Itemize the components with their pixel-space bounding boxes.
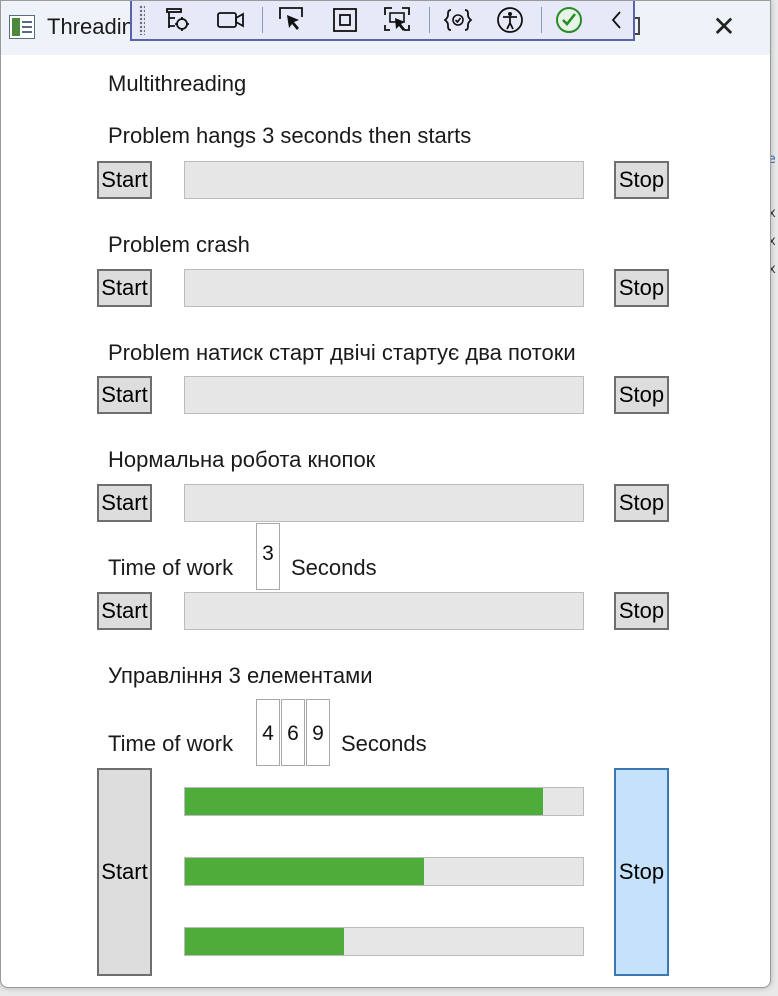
start-button[interactable]: Start — [97, 269, 152, 307]
progress-fill — [185, 928, 345, 955]
stop-button[interactable]: Stop — [614, 376, 669, 414]
display-layout-adorners-icon[interactable] — [328, 3, 362, 37]
time-of-work-label: Time of work — [108, 731, 234, 756]
grip-handle-icon[interactable] — [139, 5, 145, 35]
select-element-icon[interactable] — [275, 3, 309, 37]
accessibility-icon[interactable] — [493, 3, 527, 37]
progress-bar — [184, 857, 584, 886]
hot-reload-check-icon[interactable] — [552, 3, 586, 37]
seconds-input[interactable]: 9 — [306, 699, 330, 766]
stop-button[interactable]: Stop — [614, 592, 669, 630]
collapse-toolbar-icon[interactable] — [600, 3, 634, 37]
toolbar-separator — [262, 7, 263, 33]
progress-fill — [185, 858, 424, 885]
progress-bar — [184, 269, 584, 307]
live-visual-tree-icon[interactable] — [160, 3, 194, 37]
progress-fill — [185, 788, 544, 815]
section-label: Problem натиск старт двічі стартує два п… — [108, 340, 576, 365]
app-icon — [9, 15, 35, 39]
start-button[interactable]: Start — [97, 484, 152, 522]
section-label: Нормальна робота кнопок — [108, 447, 376, 472]
page-heading: Multithreading — [108, 71, 247, 96]
progress-bar — [184, 787, 584, 816]
section-label: Problem crash — [108, 232, 250, 257]
start-button[interactable]: Start — [97, 376, 152, 414]
xaml-debug-toolbar — [130, 1, 635, 41]
close-button[interactable]: ✕ — [701, 7, 747, 47]
seconds-input[interactable]: 3 — [256, 523, 280, 590]
progress-bar — [184, 161, 584, 199]
video-camera-icon[interactable] — [214, 3, 248, 37]
binding-failures-icon[interactable] — [441, 3, 475, 37]
title-bar[interactable]: Threading ✕ — [1, 1, 770, 55]
start-button[interactable]: Start — [97, 161, 152, 199]
stop-button[interactable]: Stop — [614, 484, 669, 522]
toolbar-separator — [429, 7, 430, 33]
seconds-label: Seconds — [291, 555, 377, 580]
seconds-label: Seconds — [341, 731, 427, 756]
start-all-button[interactable]: Start — [97, 768, 152, 976]
stop-all-button[interactable]: Stop — [614, 768, 669, 976]
progress-bar — [184, 927, 584, 956]
section-label: Problem hangs 3 seconds then starts — [108, 123, 472, 148]
progress-bar — [184, 484, 584, 522]
toolbar-separator — [541, 7, 542, 33]
seconds-input[interactable]: 4 — [256, 699, 280, 766]
section-label: Управління 3 елементами — [108, 663, 373, 688]
start-button[interactable]: Start — [97, 592, 152, 630]
progress-bar — [184, 376, 584, 414]
track-focused-element-icon[interactable] — [380, 3, 414, 37]
progress-bar — [184, 592, 584, 630]
stop-button[interactable]: Stop — [614, 269, 669, 307]
app-window: Threading ✕ Multithreading Problem hangs… — [0, 0, 771, 988]
stop-button[interactable]: Stop — [614, 161, 669, 199]
time-of-work-label: Time of work — [108, 555, 234, 580]
seconds-input[interactable]: 6 — [281, 699, 305, 766]
